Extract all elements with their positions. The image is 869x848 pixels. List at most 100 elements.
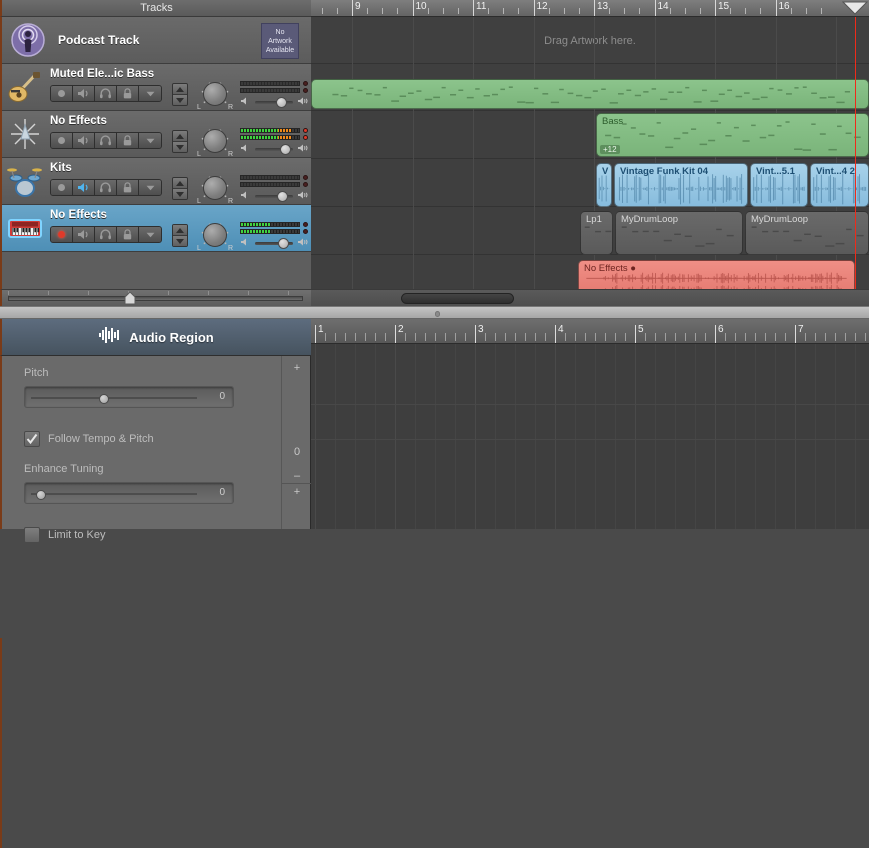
track-menu-button[interactable]: [139, 180, 161, 195]
track-name[interactable]: Muted Ele...ic Bass: [50, 68, 154, 80]
lock-button[interactable]: [117, 227, 139, 242]
region[interactable]: Vint...4 2: [810, 163, 869, 207]
horizontal-scrollbar-thumb[interactable]: [401, 293, 514, 304]
track-name[interactable]: Kits: [50, 162, 72, 174]
volume-slider-track[interactable]: [255, 195, 293, 198]
stepper-down-icon[interactable]: [173, 189, 187, 199]
horizontal-scrollbar[interactable]: [311, 289, 869, 306]
region[interactable]: No Effects ●: [578, 260, 855, 289]
pitch-slider-thumb[interactable]: [99, 394, 109, 404]
record-enable-button[interactable]: [51, 86, 73, 101]
scale-plus-bottom[interactable]: +: [282, 486, 312, 498]
track-row[interactable]: Muted Ele...ic Bass LR: [0, 64, 311, 111]
track-row[interactable]: No Effects LR: [0, 205, 311, 252]
clip-indicator[interactable]: [303, 222, 308, 227]
track-height-stepper[interactable]: [172, 224, 188, 247]
editor-ruler[interactable]: 1234567: [311, 319, 869, 344]
solo-button[interactable]: [95, 86, 117, 101]
region[interactable]: Vint...5.1: [750, 163, 808, 207]
pitch-value: 0: [219, 391, 225, 402]
volume-slider[interactable]: [240, 96, 310, 108]
record-enable-button[interactable]: [51, 133, 73, 148]
editor-ruler-tick: [845, 333, 846, 341]
pan-knob[interactable]: LR: [200, 80, 230, 110]
scale-plus-top[interactable]: +: [282, 362, 312, 374]
volume-slider[interactable]: [240, 237, 310, 249]
enhance-tuning-slider[interactable]: 0: [24, 482, 234, 504]
lock-button[interactable]: [117, 86, 139, 101]
track-height-stepper[interactable]: [172, 177, 188, 200]
region[interactable]: Vintage Funk Kit 04: [614, 163, 748, 207]
track-menu-button[interactable]: [139, 227, 161, 242]
pan-knob[interactable]: LR: [200, 221, 230, 251]
track-row[interactable]: Kits LR: [0, 158, 311, 205]
pan-knob[interactable]: LR: [200, 174, 230, 204]
volume-slider[interactable]: [240, 190, 310, 202]
mute-button[interactable]: [73, 227, 95, 242]
limit-to-key-checkbox[interactable]: [24, 527, 40, 543]
volume-slider-thumb[interactable]: [280, 144, 291, 155]
solo-button[interactable]: [95, 180, 117, 195]
scale-minus[interactable]: –: [282, 470, 312, 482]
volume-slider-track[interactable]: [255, 101, 293, 104]
editor-vertical-scale[interactable]: + 0 – +: [281, 356, 311, 529]
follow-tempo-checkbox[interactable]: [24, 431, 40, 447]
podcast-track-row[interactable]: Podcast Track No Artwork Available: [2, 17, 311, 64]
splitter-grip[interactable]: [435, 311, 440, 317]
stepper-down-icon[interactable]: [173, 236, 187, 246]
track-height-stepper[interactable]: [172, 83, 188, 106]
volume-slider-thumb[interactable]: [277, 191, 288, 202]
timeline-ruler[interactable]: 910111213141516: [311, 0, 869, 17]
region[interactable]: [311, 79, 869, 109]
zoom-slider-thumb[interactable]: [124, 292, 136, 305]
record-enable-button[interactable]: [51, 180, 73, 195]
volume-slider[interactable]: [240, 143, 310, 155]
zoom-slider-track[interactable]: [8, 296, 303, 301]
artwork-dropzone[interactable]: No Artwork Available: [261, 23, 299, 59]
region[interactable]: Bass+12: [596, 113, 869, 157]
track-row[interactable]: No Effects LR: [0, 111, 311, 158]
stepper-down-icon[interactable]: [173, 142, 187, 152]
volume-slider-track[interactable]: [255, 242, 293, 245]
enhance-tuning-thumb[interactable]: [36, 490, 46, 500]
solo-button[interactable]: [95, 227, 117, 242]
clip-indicator[interactable]: [303, 81, 308, 86]
track-name[interactable]: No Effects: [50, 115, 107, 127]
limit-to-key-checkbox-row[interactable]: Limit to Key: [24, 527, 105, 543]
track-name[interactable]: No Effects: [50, 209, 107, 221]
editor-ruler-bar-label: 5: [635, 324, 644, 335]
clip-indicator[interactable]: [303, 128, 308, 133]
stepper-up-icon[interactable]: [173, 178, 187, 189]
stepper-down-icon[interactable]: [173, 95, 187, 105]
stepper-up-icon[interactable]: [173, 225, 187, 236]
lane-podcast[interactable]: Drag Artwork here.: [311, 17, 869, 64]
region[interactable]: Lp1: [580, 211, 613, 255]
region[interactable]: MyDrumLoop: [745, 211, 869, 255]
track-canvas[interactable]: Drag Artwork here. Bass+12 VVintage Funk …: [311, 17, 869, 289]
mute-button[interactable]: [73, 86, 95, 101]
track-height-stepper[interactable]: [172, 130, 188, 153]
pitch-slider[interactable]: 0: [24, 386, 234, 408]
clip-indicator[interactable]: [303, 175, 308, 180]
track-menu-button[interactable]: [139, 86, 161, 101]
follow-tempo-checkbox-row[interactable]: Follow Tempo & Pitch: [24, 431, 154, 447]
lock-button[interactable]: [117, 133, 139, 148]
mute-button[interactable]: [73, 180, 95, 195]
lock-button[interactable]: [117, 180, 139, 195]
playhead-handle[interactable]: [842, 1, 868, 15]
volume-slider-thumb[interactable]: [276, 97, 287, 108]
stepper-up-icon[interactable]: [173, 131, 187, 142]
pan-right-label: R: [228, 151, 233, 158]
record-enable-button[interactable]: [51, 227, 73, 242]
pan-knob[interactable]: LR: [200, 127, 230, 157]
track-menu-button[interactable]: [139, 133, 161, 148]
stepper-up-icon[interactable]: [173, 84, 187, 95]
solo-button[interactable]: [95, 133, 117, 148]
volume-slider-track[interactable]: [255, 148, 293, 151]
panel-splitter[interactable]: [0, 306, 869, 319]
region[interactable]: MyDrumLoop: [615, 211, 743, 255]
editor-canvas[interactable]: [311, 344, 869, 529]
mute-button[interactable]: [73, 133, 95, 148]
region[interactable]: V: [596, 163, 612, 207]
volume-slider-thumb[interactable]: [278, 238, 289, 249]
